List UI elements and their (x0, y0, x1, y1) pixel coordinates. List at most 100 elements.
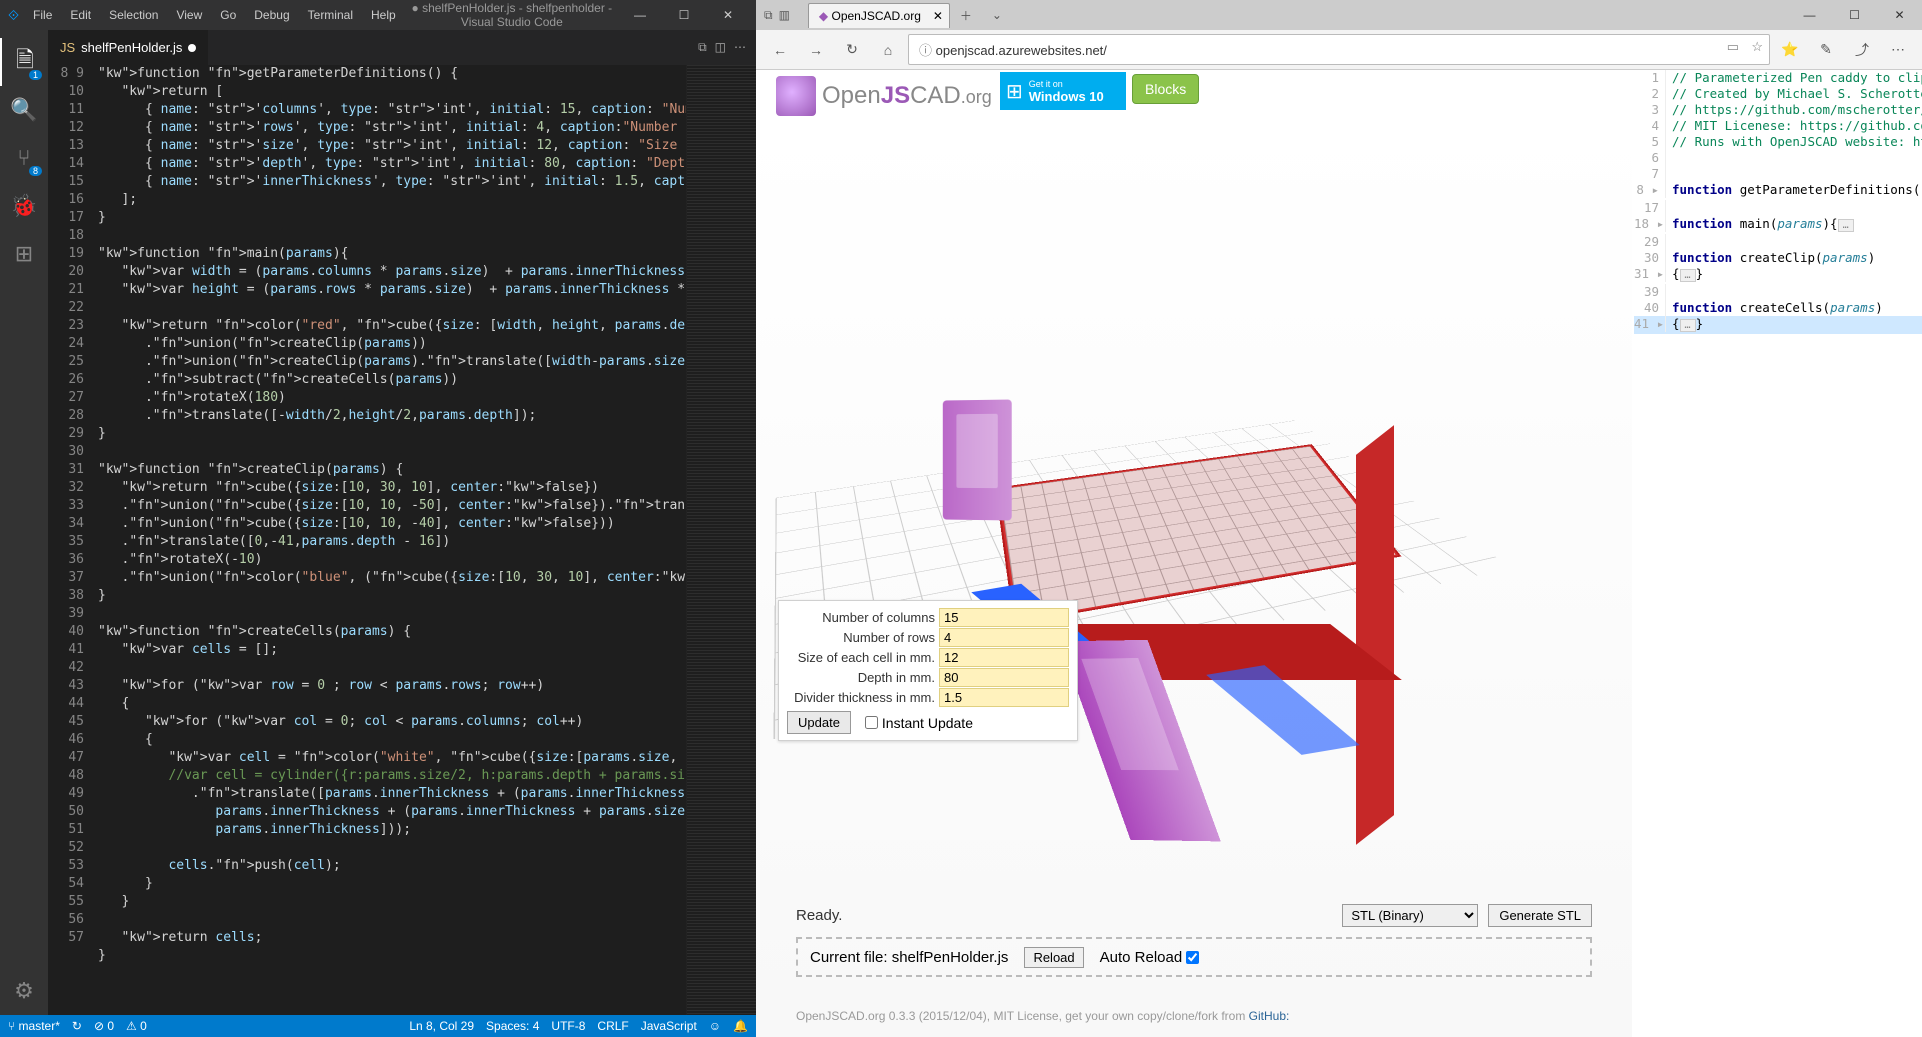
instant-update-toggle[interactable]: Instant Update (865, 715, 973, 731)
encoding[interactable]: UTF-8 (551, 1019, 585, 1033)
tab-shelfpenholder[interactable]: JS shelfPenHolder.js (48, 30, 208, 65)
indentation[interactable]: Spaces: 4 (486, 1019, 539, 1033)
current-file-bar: Current file: shelfPenHolder.js Reload A… (796, 937, 1592, 977)
reload-button[interactable]: Reload (1024, 947, 1083, 968)
warnings-count[interactable]: ⚠ 0 (126, 1019, 147, 1033)
menu-help[interactable]: Help (363, 4, 404, 26)
browser-maximize-button[interactable]: ☐ (1832, 2, 1877, 28)
tab-dropdown-icon[interactable]: ⌄ (982, 4, 1012, 26)
vscode-titlebar: ⟐ FileEditSelectionViewGoDebugTerminalHe… (0, 0, 756, 30)
home-button[interactable]: ⌂ (872, 42, 904, 58)
openjscad-header: OpenJSCAD.org (776, 76, 992, 116)
param-label-0: Number of columns (787, 610, 939, 625)
menu-edit[interactable]: Edit (62, 4, 99, 26)
instant-update-checkbox[interactable] (865, 716, 878, 729)
compare-icon[interactable]: ⧉ (698, 40, 707, 55)
openjscad-logo-icon (776, 76, 816, 116)
feedback-icon[interactable]: ☺ (709, 1019, 721, 1033)
param-input-1[interactable] (939, 628, 1069, 647)
browser-tab-openjscad[interactable]: ◆ OpenJSCAD.org ✕ (808, 3, 950, 28)
status-text: Ready. (796, 907, 1332, 924)
windows-icon: ⊞ (1006, 79, 1023, 104)
browser-minimize-button[interactable]: — (1787, 2, 1832, 28)
github-link[interactable]: GitHub: (1249, 1009, 1290, 1023)
code-editor[interactable]: 8 9 10 11 12 13 14 15 16 17 18 19 20 21 … (48, 65, 756, 1015)
openjscad-title: OpenJSCAD.org (822, 82, 992, 110)
current-file-label: Current file: shelfPenHolder.js (810, 949, 1008, 966)
new-tab-button[interactable]: ＋ (950, 3, 982, 28)
parameter-panel: Number of columnsNumber of rowsSize of e… (778, 600, 1078, 741)
footer-text: OpenJSCAD.org 0.3.3 (2015/12/04), MIT Li… (796, 1009, 1289, 1023)
menu-terminal[interactable]: Terminal (300, 4, 361, 26)
auto-reload-checkbox[interactable] (1186, 951, 1199, 964)
browser-window: ⧉ ▥ ◆ OpenJSCAD.org ✕ ＋ ⌄ — ☐ ✕ ← → ↻ ⌂ … (756, 0, 1922, 1037)
notifications-icon[interactable]: 🔔 (733, 1019, 748, 1033)
favorites-icon[interactable]: ⭐ (1774, 41, 1806, 58)
forward-button[interactable]: → (800, 42, 832, 58)
sync-icon[interactable]: ↻ (72, 1019, 82, 1033)
status-bar: ⑂ master* ↻ ⊘ 0 ⚠ 0 Ln 8, Col 29 Spaces:… (0, 1015, 756, 1037)
menu-icon[interactable]: ⋯ (1882, 41, 1914, 58)
editor-area: JS shelfPenHolder.js ⧉ ◫ ⋯ 8 9 10 11 12 … (48, 30, 756, 1015)
window-title: ● shelfPenHolder.js - shelfpenholder - V… (404, 1, 620, 29)
menu-debug[interactable]: Debug (246, 4, 297, 26)
share-icon[interactable]: ⤴ (1846, 40, 1878, 60)
more-icon[interactable]: ⋯ (734, 40, 746, 55)
extensions-icon[interactable]: ⊞ (0, 230, 48, 278)
refresh-button[interactable]: ↻ (836, 41, 868, 58)
model-side (1356, 425, 1394, 845)
back-button[interactable]: ← (764, 42, 796, 58)
modified-indicator-icon (188, 44, 196, 52)
tab-actions-icon[interactable]: ⧉ (764, 8, 773, 23)
vscode-window: ⟐ FileEditSelectionViewGoDebugTerminalHe… (0, 0, 756, 1037)
param-input-2[interactable] (939, 648, 1069, 667)
page-content: OpenJSCAD.org ⊞ Get it onWindows 10 Bloc… (756, 70, 1922, 1037)
param-label-2: Size of each cell in mm. (787, 650, 939, 665)
search-icon[interactable]: 🔍 (0, 86, 48, 134)
split-editor-icon[interactable]: ◫ (715, 40, 726, 55)
address-bar[interactable]: ⓘ openjscad.azurewebsites.net/ ▭ ☆ (908, 34, 1770, 65)
settings-icon[interactable]: ⚙ (0, 967, 48, 1015)
menu-view[interactable]: View (168, 4, 210, 26)
jscad-code-panel[interactable]: 1// Parameterized Pen caddy to clip ont2… (1634, 70, 1922, 334)
generate-button[interactable]: Generate STL (1488, 904, 1592, 927)
browser-close-button[interactable]: ✕ (1877, 2, 1922, 28)
tab-actions2-icon[interactable]: ▥ (779, 8, 790, 23)
reading-view-icon[interactable]: ▭ (1727, 39, 1739, 55)
vscode-menubar: FileEditSelectionViewGoDebugTerminalHelp (25, 4, 404, 26)
language-mode[interactable]: JavaScript (641, 1019, 697, 1033)
auto-reload-toggle[interactable]: Auto Reload (1100, 949, 1200, 966)
menu-selection[interactable]: Selection (101, 4, 166, 26)
model-clip1 (943, 400, 1012, 521)
menu-go[interactable]: Go (212, 4, 244, 26)
favorite-icon[interactable]: ☆ (1751, 39, 1763, 55)
minimap[interactable] (686, 65, 756, 1015)
notes-icon[interactable]: ✎ (1810, 41, 1842, 58)
cursor-position[interactable]: Ln 8, Col 29 (409, 1019, 474, 1033)
window-controls: — ☐ ✕ (620, 4, 748, 26)
close-button[interactable]: ✕ (708, 4, 748, 26)
eol[interactable]: CRLF (597, 1019, 628, 1033)
windows10-button[interactable]: ⊞ Get it onWindows 10 (1000, 72, 1126, 110)
scm-icon[interactable]: ⑂8 (0, 134, 48, 182)
param-label-3: Depth in mm. (787, 670, 939, 685)
url-toolbar: ← → ↻ ⌂ ⓘ openjscad.azurewebsites.net/ ▭… (756, 30, 1922, 70)
param-input-3[interactable] (939, 668, 1069, 687)
update-button[interactable]: Update (787, 711, 851, 734)
param-input-4[interactable] (939, 688, 1069, 707)
errors-count[interactable]: ⊘ 0 (94, 1019, 114, 1033)
blocks-button[interactable]: Blocks (1132, 74, 1199, 104)
menu-file[interactable]: File (25, 4, 60, 26)
format-select[interactable]: STL (Binary) (1342, 904, 1478, 927)
minimize-button[interactable]: — (620, 4, 660, 26)
browser-titlebar: ⧉ ▥ ◆ OpenJSCAD.org ✕ ＋ ⌄ — ☐ ✕ (756, 0, 1922, 30)
tab-close-icon[interactable]: ✕ (933, 9, 943, 23)
editor-tabs: JS shelfPenHolder.js ⧉ ◫ ⋯ (48, 30, 756, 65)
git-branch[interactable]: ⑂ master* (8, 1019, 60, 1033)
activity-bar: 🗎1 🔍 ⑂8 🐞 ⊞ ⚙ (0, 30, 48, 1015)
3d-viewport[interactable]: Number of columnsNumber of rowsSize of e… (756, 120, 1632, 1037)
param-input-0[interactable] (939, 608, 1069, 627)
maximize-button[interactable]: ☐ (664, 4, 704, 26)
debug-icon[interactable]: 🐞 (0, 182, 48, 230)
explorer-icon[interactable]: 🗎1 (0, 38, 48, 86)
